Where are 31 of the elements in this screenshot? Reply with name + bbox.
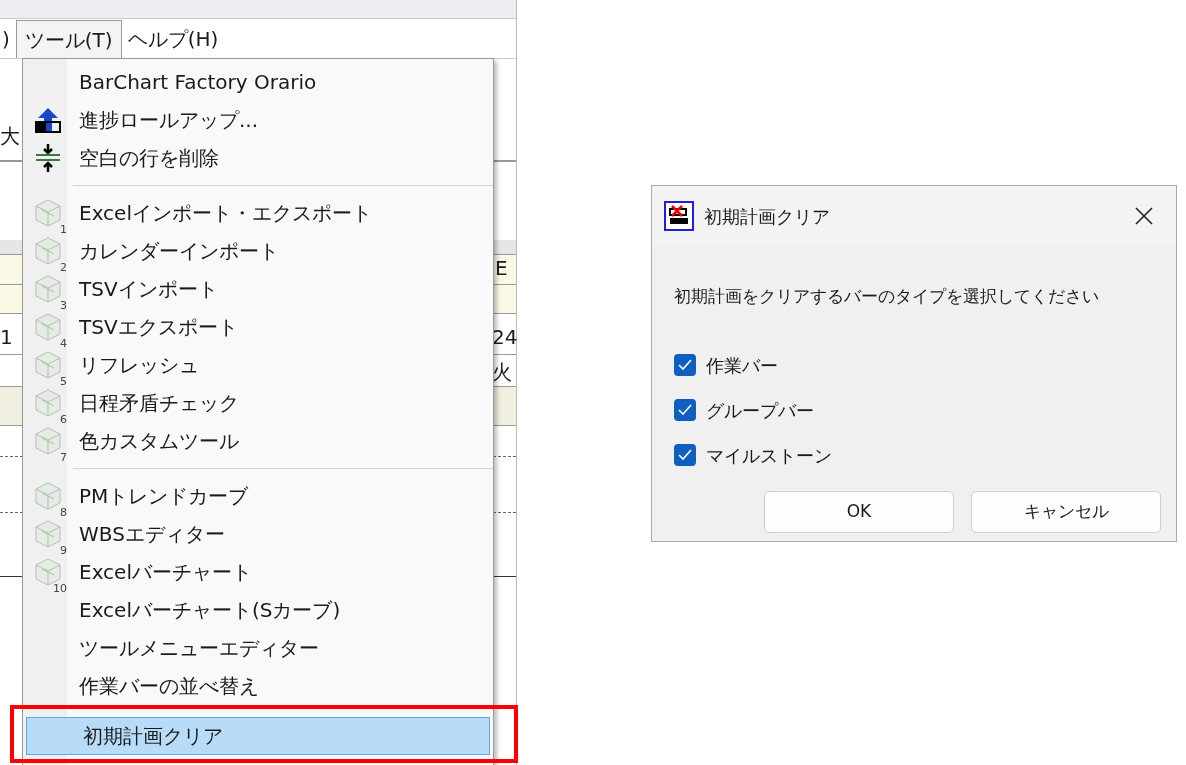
dialog-message: 初期計画をクリアするバーのタイプを選択してください	[674, 285, 1100, 308]
menu-bar-item[interactable]: ヘルプ(H)	[121, 20, 225, 58]
checkbox[interactable]	[674, 399, 696, 421]
app-icon	[664, 201, 694, 231]
menu-item[interactable]: ツールメニューエディター	[23, 629, 493, 667]
menu-item[interactable]: 進捗ロールアップ...	[23, 101, 493, 139]
menu-item[interactable]: 初期計画クリア	[26, 717, 490, 755]
menu-bar-item[interactable]: )	[0, 20, 16, 58]
menu-item[interactable]: BarChart Factory Orario	[23, 63, 493, 101]
checkbox[interactable]	[674, 444, 696, 466]
cancel-button[interactable]: キャンセル	[971, 490, 1161, 533]
menu-bar-item[interactable]: ツール(T)	[15, 20, 122, 58]
grid-text: 24	[492, 325, 518, 349]
checkmark-icon	[678, 449, 692, 461]
grid-text: 火	[492, 360, 512, 384]
checkbox-label: グループバー	[706, 398, 814, 423]
checkbox-label: マイルストーン	[706, 443, 832, 468]
dialog-title: 初期計画クリア	[704, 204, 830, 229]
grid-text: E	[495, 256, 508, 280]
checkbox-label: 作業バー	[706, 353, 778, 378]
checkbox[interactable]	[674, 354, 696, 376]
grid-text: 大	[0, 124, 20, 148]
checkmark-icon	[678, 359, 692, 371]
ok-button[interactable]: OK	[764, 490, 954, 533]
upload-icon	[34, 106, 62, 134]
checkmark-icon	[678, 404, 692, 416]
menu-item[interactable]: 作業バーの並べ替え	[23, 667, 493, 705]
collapse-rows-icon	[35, 143, 61, 173]
grid-text: 1	[0, 325, 13, 349]
menu-item[interactable]: 空白の行を削除	[23, 139, 493, 177]
close-icon	[1134, 206, 1154, 226]
